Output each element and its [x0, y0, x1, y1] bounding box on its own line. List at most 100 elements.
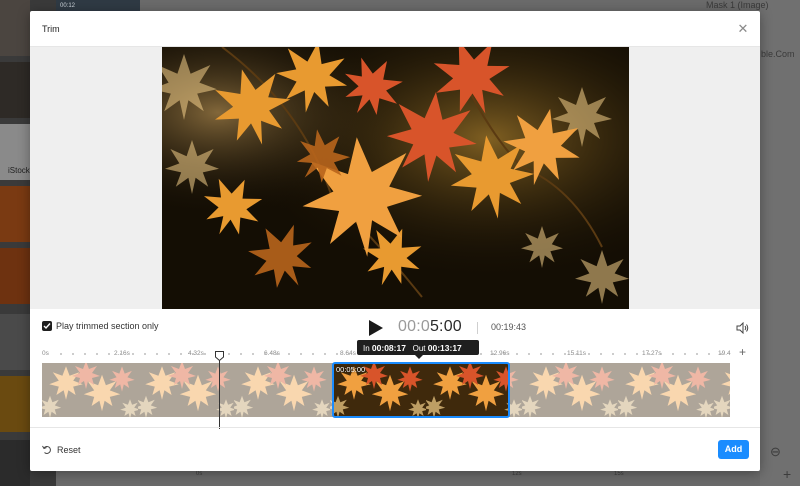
background-thumbnail — [0, 0, 30, 56]
ruler-tick-label: 17.27s — [642, 350, 662, 357]
background-thumbnail — [0, 314, 30, 370]
ruler-dot — [96, 353, 98, 355]
filmstrip-frame — [42, 363, 138, 417]
ruler-dot — [156, 353, 158, 355]
filmstrip-frame — [618, 363, 714, 417]
reset-label: Reset — [57, 445, 81, 455]
playhead-handle[interactable] — [215, 348, 224, 362]
ruler-dot — [204, 353, 206, 355]
ruler-dot — [120, 353, 122, 355]
zoom-in-icon: + — [783, 466, 792, 482]
trim-dialog: Trim ✕ Play trimmed section only 00:05:0… — [30, 11, 760, 471]
total-duration: 00:19:43 — [491, 322, 527, 332]
ruler-dot — [564, 353, 566, 355]
background-thumbnail — [0, 248, 30, 304]
background-timeline-tick: 12s — [512, 471, 522, 477]
ruler-dot — [252, 353, 254, 355]
ruler-dot — [672, 353, 674, 355]
ruler-dot — [516, 353, 518, 355]
ruler-dot — [144, 353, 146, 355]
ruler-dot — [228, 353, 230, 355]
ruler-dot — [192, 353, 194, 355]
ruler-dot — [720, 353, 722, 355]
out-label: Out — [412, 344, 426, 353]
in-out-tooltip: In 00:08:17 Out 00:13:17 — [357, 340, 479, 355]
ruler-dot — [336, 353, 338, 355]
selection-start-time: 00:05:00 — [336, 365, 366, 374]
ruler-dot — [72, 353, 74, 355]
ruler-dot — [264, 353, 266, 355]
ruler-dot — [348, 353, 350, 355]
ruler-dot — [276, 353, 278, 355]
out-value: 00:13:17 — [427, 343, 462, 353]
ruler-dot — [624, 353, 626, 355]
add-button[interactable]: Add — [718, 440, 749, 459]
ruler-dot — [528, 353, 530, 355]
video-stage — [30, 47, 760, 309]
timecode-strong-part: 5:00 — [429, 318, 462, 335]
timecode-divider — [477, 322, 478, 334]
checkmark-icon — [43, 323, 51, 330]
filmstrip-frame — [522, 363, 618, 417]
ruler-dot — [180, 353, 182, 355]
background-stock-badge: iStock — [8, 166, 30, 175]
ruler-dot — [324, 353, 326, 355]
tooltip-arrow — [415, 355, 423, 359]
in-value: 00:08:17 — [371, 343, 406, 353]
background-thumbnail — [0, 376, 30, 432]
ruler-dot — [648, 353, 650, 355]
ruler-dot — [612, 353, 614, 355]
ruler-dot — [300, 353, 302, 355]
timecode-dim-part: 00:0 — [398, 318, 430, 335]
zoom-out-icon: ⊖ — [770, 444, 781, 459]
background-timeline-tick: 0s — [196, 471, 203, 477]
ruler-dot — [540, 353, 542, 355]
background-layer-label: Mask 1 (Image) — [706, 0, 769, 10]
ruler-dot — [240, 353, 242, 355]
ruler-dot — [576, 353, 578, 355]
filmstrip-frame — [714, 363, 730, 417]
ruler-dot — [552, 353, 554, 355]
ruler-dot — [636, 353, 638, 355]
ruler-dot — [696, 353, 698, 355]
ruler-dot — [660, 353, 662, 355]
ruler-dot — [708, 353, 710, 355]
dialog-header: Trim ✕ — [30, 11, 760, 47]
dialog-footer: Reset Add — [30, 427, 760, 471]
playhead-line — [219, 355, 220, 429]
ruler-dot — [504, 353, 506, 355]
ruler-dot — [108, 353, 110, 355]
background-layer-text: ble.Com — [761, 49, 795, 59]
filmstrip-frame — [234, 363, 330, 417]
dialog-title: Trim — [42, 24, 60, 34]
volume-icon[interactable] — [736, 321, 750, 335]
autumn-leaves-image — [162, 47, 629, 309]
background-thumbnail — [0, 186, 30, 242]
close-icon[interactable]: ✕ — [736, 22, 750, 36]
ruler-dot — [84, 353, 86, 355]
background-thumbnail — [0, 440, 30, 486]
ruler-dot — [132, 353, 134, 355]
ruler-dot — [588, 353, 590, 355]
play-trimmed-label[interactable]: Play trimmed section only — [56, 321, 159, 331]
background-timeline-tick: 15s — [614, 471, 624, 477]
in-label: In — [363, 344, 370, 353]
add-icon[interactable]: + — [739, 345, 746, 359]
ruler-dot — [312, 353, 314, 355]
ruler-tick-label: 4.32s — [188, 350, 204, 357]
video-preview[interactable] — [162, 47, 629, 309]
background-thumbnail — [0, 62, 30, 118]
ruler-dot — [168, 353, 170, 355]
play-trimmed-checkbox[interactable] — [42, 321, 52, 331]
background-right-panel — [760, 0, 800, 486]
undo-icon — [42, 445, 51, 454]
ruler-dot — [492, 353, 494, 355]
play-icon[interactable] — [368, 319, 384, 337]
ruler-tick-label: 0s — [42, 350, 49, 357]
filmstrip-dim-overlay — [508, 363, 522, 417]
ruler-dot — [480, 353, 482, 355]
ruler-dot — [684, 353, 686, 355]
ruler-dot — [60, 353, 62, 355]
background-preview-time: 00:12 — [60, 3, 76, 9]
current-timecode: 00:05:00 — [398, 318, 462, 336]
